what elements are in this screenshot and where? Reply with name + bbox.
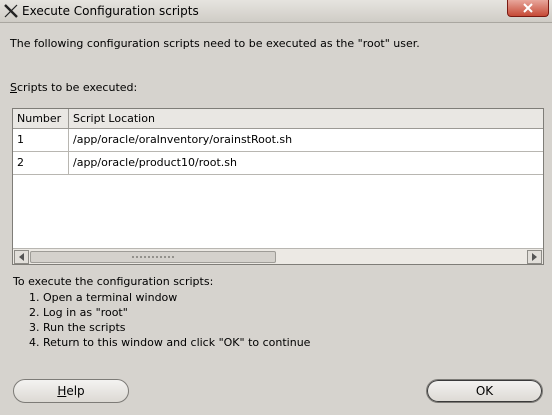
- scripts-label-rest: cripts to be executed:: [16, 81, 138, 94]
- instruction-step: 3. Run the scripts: [29, 321, 126, 334]
- scripts-label-mnemonic: S: [10, 81, 17, 94]
- instructions-list: 1. Open a terminal window 2. Log in as "…: [29, 290, 310, 350]
- cell-number: 1: [13, 129, 69, 151]
- window-title: Execute Configuration scripts: [22, 4, 199, 18]
- scrollbar-thumb[interactable]: [30, 251, 276, 263]
- cell-number: 2: [13, 152, 69, 174]
- help-button[interactable]: Help: [13, 379, 129, 403]
- cell-script-location: /app/oracle/oraInventory/orainstRoot.sh: [73, 133, 293, 146]
- scripts-label: Scripts to be executed:: [10, 81, 137, 94]
- instruction-step: 1. Open a terminal window: [29, 291, 178, 304]
- column-header-script-location[interactable]: Script Location: [69, 109, 543, 128]
- table-row[interactable]: 1 /app/oracle/oraInventory/orainstRoot.s…: [13, 129, 543, 152]
- column-header-number[interactable]: Number: [13, 109, 69, 128]
- ok-button[interactable]: OK: [426, 379, 543, 403]
- cell-script-location: /app/oracle/product10/root.sh: [73, 156, 237, 169]
- scroll-right-button[interactable]: [527, 250, 542, 264]
- x-window-icon: [3, 3, 19, 19]
- instruction-step: 2. Log in as "root": [29, 306, 128, 319]
- scroll-left-button[interactable]: [14, 250, 29, 264]
- horizontal-scrollbar[interactable]: [13, 248, 543, 264]
- table-row[interactable]: 2 /app/oracle/product10/root.sh: [13, 152, 543, 175]
- help-button-mnemonic: H: [57, 384, 67, 398]
- help-button-rest: elp: [66, 384, 85, 398]
- close-button[interactable]: [507, 0, 549, 17]
- table-header: Number Script Location: [13, 109, 543, 129]
- scripts-table[interactable]: Number Script Location 1 /app/oracle/ora…: [12, 108, 544, 265]
- instructions-title: To execute the configuration scripts:: [13, 275, 214, 288]
- title-bar[interactable]: Execute Configuration scripts: [0, 0, 552, 23]
- intro-text: The following configuration scripts need…: [10, 37, 420, 50]
- instruction-step: 4. Return to this window and click "OK" …: [29, 336, 311, 349]
- scrollbar-grip: [131, 255, 176, 259]
